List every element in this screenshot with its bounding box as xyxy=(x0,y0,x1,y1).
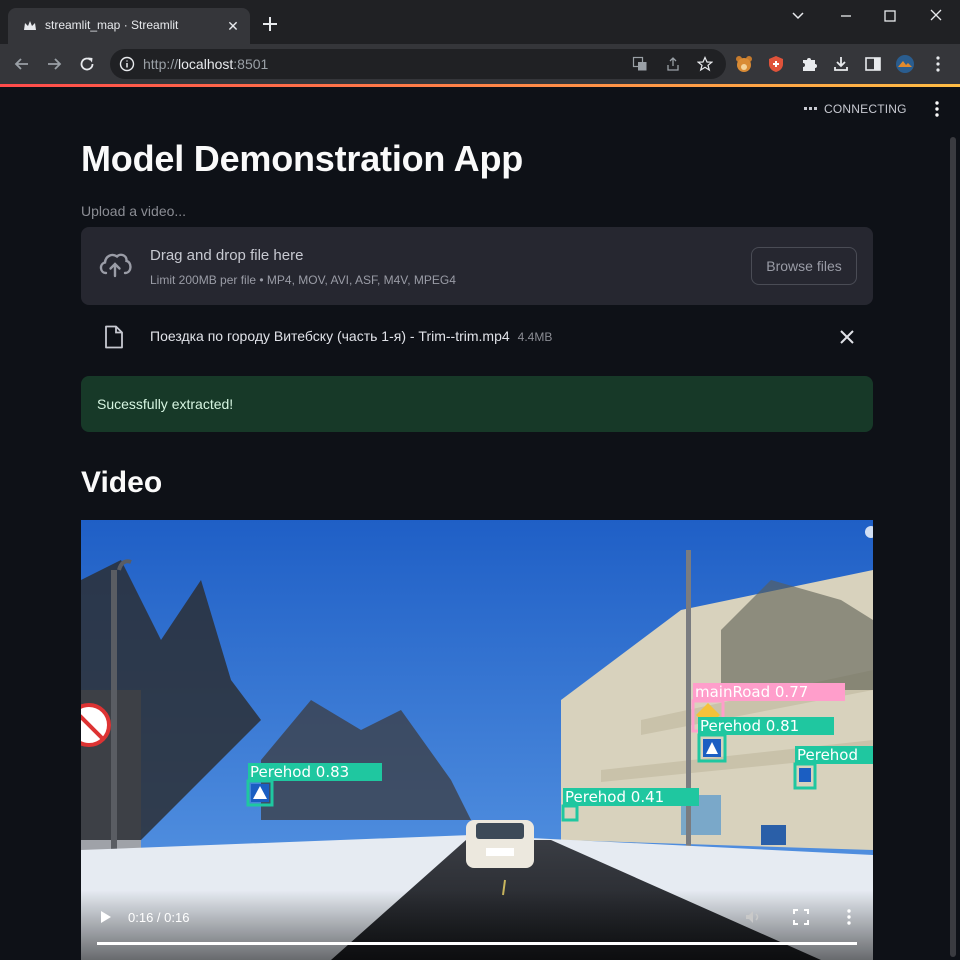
cloud-upload-icon xyxy=(99,253,132,278)
video-progress-bar[interactable] xyxy=(97,942,857,945)
page-title: Model Demonstration App xyxy=(81,138,524,179)
download-icon[interactable] xyxy=(831,54,851,74)
streamlit-crown-icon xyxy=(24,21,36,30)
detection-label-perehod-2: Perehod xyxy=(797,746,858,764)
connection-status: CONNECTING xyxy=(804,102,907,116)
status-dots-icon xyxy=(804,107,817,110)
play-icon[interactable] xyxy=(96,908,114,926)
browser-titlebar: streamlit_map · Streamlit ✕ xyxy=(0,0,960,44)
forward-arrow-icon[interactable] xyxy=(44,54,64,74)
streamlit-app: CONNECTING Model Demonstration App Uploa… xyxy=(0,87,960,960)
tab-close-icon[interactable]: ✕ xyxy=(224,17,242,35)
site-info-icon[interactable] xyxy=(119,56,135,72)
reload-icon[interactable] xyxy=(77,54,97,74)
dropzone-instructions: Drag and drop file here xyxy=(150,247,304,264)
detection-label-perehod-1: Perehod 0.81 xyxy=(700,717,799,735)
detection-label-mainroad: mainRoad 0.77 xyxy=(695,683,808,701)
shield-extension-icon[interactable] xyxy=(766,54,786,74)
video-heading: Video xyxy=(81,466,163,499)
file-icon xyxy=(105,325,123,349)
browse-files-button[interactable]: Browse files xyxy=(751,247,857,285)
tab-title: streamlit_map · Streamlit xyxy=(45,18,179,32)
success-alert: Sucessfully extracted! xyxy=(81,376,873,432)
bookmark-star-icon[interactable] xyxy=(697,56,713,72)
file-name: Поездка по городу Витебску (часть 1-я) -… xyxy=(150,328,553,344)
success-message: Sucessfully extracted! xyxy=(97,396,234,412)
video-time: 0:16 / 0:16 xyxy=(128,910,190,925)
file-size: 4.4MB xyxy=(517,330,553,344)
maximize-icon[interactable] xyxy=(878,6,902,26)
detection-label-perehod-3: Perehod 0.83 xyxy=(250,763,349,781)
url-text[interactable]: http://localhost:8501 xyxy=(143,56,268,72)
bear-extension-icon[interactable] xyxy=(734,54,754,74)
uploaded-file: Поездка по городу Витебску (часть 1-я) -… xyxy=(81,315,873,359)
detection-label-perehod-4: Perehod 0.41 xyxy=(565,788,664,806)
side-panel-icon[interactable] xyxy=(863,54,883,74)
file-dropzone[interactable]: Drag and drop file here Limit 200MB per … xyxy=(81,227,873,305)
scrollbar[interactable] xyxy=(950,137,956,957)
volume-icon[interactable] xyxy=(744,908,762,926)
translate-icon[interactable] xyxy=(632,56,648,72)
minimize-icon[interactable] xyxy=(834,6,858,26)
app-menu-icon[interactable] xyxy=(928,100,946,118)
uploader-label: Upload a video... xyxy=(81,203,187,219)
browser-menu-icon[interactable] xyxy=(928,54,948,74)
close-window-icon[interactable] xyxy=(924,6,948,26)
address-bar[interactable]: http://localhost:8501 xyxy=(110,49,726,79)
video-progress-fill xyxy=(97,942,857,945)
status-text: CONNECTING xyxy=(824,102,907,116)
video-options-icon[interactable] xyxy=(840,908,858,926)
browser-toolbar: http://localhost:8501 xyxy=(0,44,960,84)
video-player[interactable]: mainRoad 0.77 Perehod 0.81 Perehod Pereh… xyxy=(81,520,873,960)
browser-tab[interactable]: streamlit_map · Streamlit ✕ xyxy=(8,8,250,44)
new-tab-icon[interactable] xyxy=(260,14,280,34)
dropzone-limit: Limit 200MB per file • MP4, MOV, AVI, AS… xyxy=(150,273,456,287)
tab-search-icon[interactable] xyxy=(786,6,810,26)
remove-file-icon[interactable] xyxy=(838,328,856,346)
extensions-puzzle-icon[interactable] xyxy=(799,54,819,74)
profile-avatar-icon[interactable] xyxy=(895,54,915,74)
share-icon[interactable] xyxy=(665,56,681,72)
fullscreen-icon[interactable] xyxy=(792,908,810,926)
back-arrow-icon[interactable] xyxy=(12,54,32,74)
video-controls: 0:16 / 0:16 xyxy=(81,890,873,960)
